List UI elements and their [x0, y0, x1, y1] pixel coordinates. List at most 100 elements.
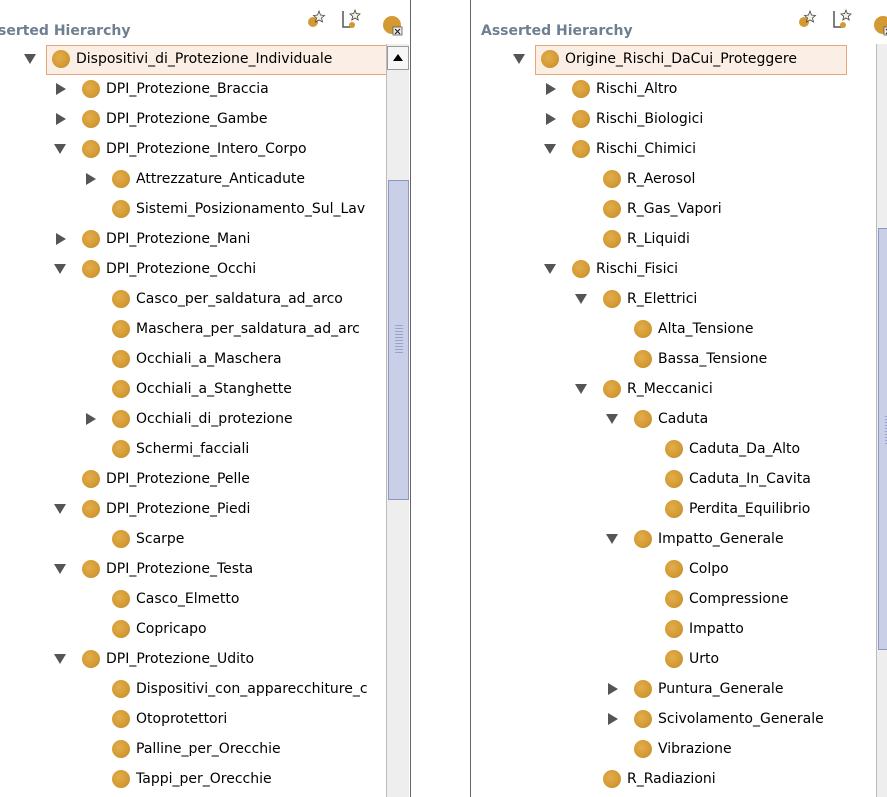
expand-toggle-expanded-icon[interactable] — [606, 534, 618, 544]
add-subclass-icon[interactable] — [305, 8, 327, 30]
tree-row: Rischi_Altro — [471, 74, 871, 104]
expand-toggle-collapsed-icon[interactable] — [608, 713, 618, 725]
tree-row: Copricapo — [0, 614, 400, 644]
right-panel-title: Asserted Hierarchy — [481, 23, 633, 39]
add-subclass-icon[interactable] — [796, 8, 818, 30]
class-label: Otoprotettori — [136, 711, 228, 727]
expand-toggle-expanded-icon[interactable] — [513, 54, 525, 64]
class-label: DPI_Protezione_Piedi — [106, 501, 251, 517]
tree-row: Rischi_Fisici — [471, 254, 871, 284]
class-label: Impatto — [689, 621, 744, 637]
tree-row: DPI_Protezione_Udito — [0, 644, 400, 674]
expand-toggle-expanded-icon[interactable] — [24, 54, 36, 64]
tree-row: R_Liquidi — [471, 224, 871, 254]
class-icon — [112, 170, 130, 188]
class-label: Caduta_Da_Alto — [689, 441, 801, 457]
right-scrollbar-thumb[interactable] — [878, 228, 887, 650]
tree-row: Bassa_Tensione — [471, 344, 871, 374]
class-label: Urto — [689, 651, 720, 667]
class-icon — [82, 140, 100, 158]
tree-row: Schermi_facciali — [0, 434, 400, 464]
tree-row: R_Aerosol — [471, 164, 871, 194]
expand-toggle-expanded-icon[interactable] — [544, 264, 556, 274]
expand-toggle-collapsed-icon[interactable] — [56, 83, 66, 95]
right-panel-header: Asserted Hierarchy — [471, 0, 887, 42]
class-label: Sistemi_Posizionamento_Sul_Lav — [136, 201, 366, 217]
expand-toggle-collapsed-icon[interactable] — [56, 113, 66, 125]
expand-toggle-expanded-icon[interactable] — [575, 294, 587, 304]
class-label: R_Meccanici — [627, 381, 713, 397]
tree-row: Casco_Elmetto — [0, 584, 400, 614]
left-hierarchy-panel: serted Hierarchy Dispositivi_di_Protezio… — [0, 0, 411, 797]
class-icon — [82, 500, 100, 518]
class-icon — [52, 50, 70, 68]
right-scrollbar[interactable] — [876, 44, 887, 797]
class-icon — [82, 470, 100, 488]
class-icon — [603, 290, 621, 308]
class-icon — [112, 200, 130, 218]
class-label: Colpo — [689, 561, 729, 577]
tree-row: Dispositivi_di_Protezione_Individuale — [0, 44, 406, 75]
class-label: DPI_Protezione_Udito — [106, 651, 255, 667]
class-label: DPI_Protezione_Mani — [106, 231, 251, 247]
class-label: Attrezzature_Anticadute — [136, 171, 306, 187]
class-label: DPI_Protezione_Braccia — [106, 81, 269, 97]
tree-row: Compressione — [471, 584, 871, 614]
class-icon — [572, 80, 590, 98]
class-label: Dispositivi_di_Protezione_Individuale — [76, 51, 333, 67]
class-icon — [634, 710, 652, 728]
right-hierarchy-panel: Asserted Hierarchy Origine_Rischi_DaCui_… — [470, 0, 887, 797]
scroll-up-arrow[interactable] — [387, 46, 409, 70]
tree-row: Caduta — [471, 404, 871, 434]
expand-toggle-collapsed-icon[interactable] — [546, 113, 556, 125]
class-icon — [112, 380, 130, 398]
expand-toggle-expanded-icon[interactable] — [54, 144, 66, 154]
expand-toggle-collapsed-icon[interactable] — [56, 233, 66, 245]
class-icon — [603, 380, 621, 398]
tree-row: Alta_Tensione — [471, 314, 871, 344]
tree-row: Casco_per_saldatura_ad_arco — [0, 284, 400, 314]
expand-toggle-expanded-icon[interactable] — [544, 144, 556, 154]
class-icon — [82, 560, 100, 578]
class-icon — [82, 650, 100, 668]
class-icon — [665, 650, 683, 668]
class-icon — [112, 410, 130, 428]
class-icon — [82, 110, 100, 128]
delete-class-icon[interactable] — [382, 14, 404, 36]
expand-toggle-expanded-icon[interactable] — [606, 414, 618, 424]
left-scrollbar[interactable] — [386, 44, 409, 797]
tree-row: R_Elettrici — [471, 284, 871, 314]
class-label: Occhiali_di_protezione — [136, 411, 293, 427]
tree-row: Occhiali_a_Stanghette — [0, 374, 400, 404]
class-label: Palline_per_Orecchie — [136, 741, 281, 757]
expand-toggle-collapsed-icon[interactable] — [608, 683, 618, 695]
tree-row: Otoprotettori — [0, 704, 400, 734]
class-label: Alta_Tensione — [658, 321, 754, 337]
class-label: Vibrazione — [658, 741, 732, 757]
tree-row: Scivolamento_Generale — [471, 704, 871, 734]
class-icon — [82, 230, 100, 248]
expand-toggle-expanded-icon[interactable] — [575, 384, 587, 394]
class-label: Occhiali_a_Stanghette — [136, 381, 292, 397]
tree-row: Scarpe — [0, 524, 400, 554]
expand-toggle-expanded-icon[interactable] — [54, 654, 66, 664]
delete-class-icon[interactable] — [873, 14, 887, 36]
expand-toggle-expanded-icon[interactable] — [54, 564, 66, 574]
expand-toggle-collapsed-icon[interactable] — [546, 83, 556, 95]
class-label: DPI_Protezione_Intero_Corpo — [106, 141, 307, 157]
class-label: R_Gas_Vapori — [627, 201, 722, 217]
left-scrollbar-thumb[interactable] — [388, 180, 409, 500]
expand-toggle-expanded-icon[interactable] — [54, 264, 66, 274]
expand-toggle-expanded-icon[interactable] — [54, 504, 66, 514]
class-icon — [634, 350, 652, 368]
add-sibling-icon[interactable] — [831, 8, 853, 30]
tree-row: R_Radiazioni — [471, 764, 871, 794]
expand-toggle-collapsed-icon[interactable] — [86, 413, 96, 425]
tree-row: Caduta_Da_Alto — [471, 434, 871, 464]
expand-toggle-collapsed-icon[interactable] — [86, 173, 96, 185]
class-label: Casco_per_saldatura_ad_arco — [136, 291, 343, 307]
add-sibling-icon[interactable] — [340, 8, 362, 30]
class-label: DPI_Protezione_Testa — [106, 561, 254, 577]
class-icon — [634, 740, 652, 758]
tree-row: Impatto_Generale — [471, 524, 871, 554]
